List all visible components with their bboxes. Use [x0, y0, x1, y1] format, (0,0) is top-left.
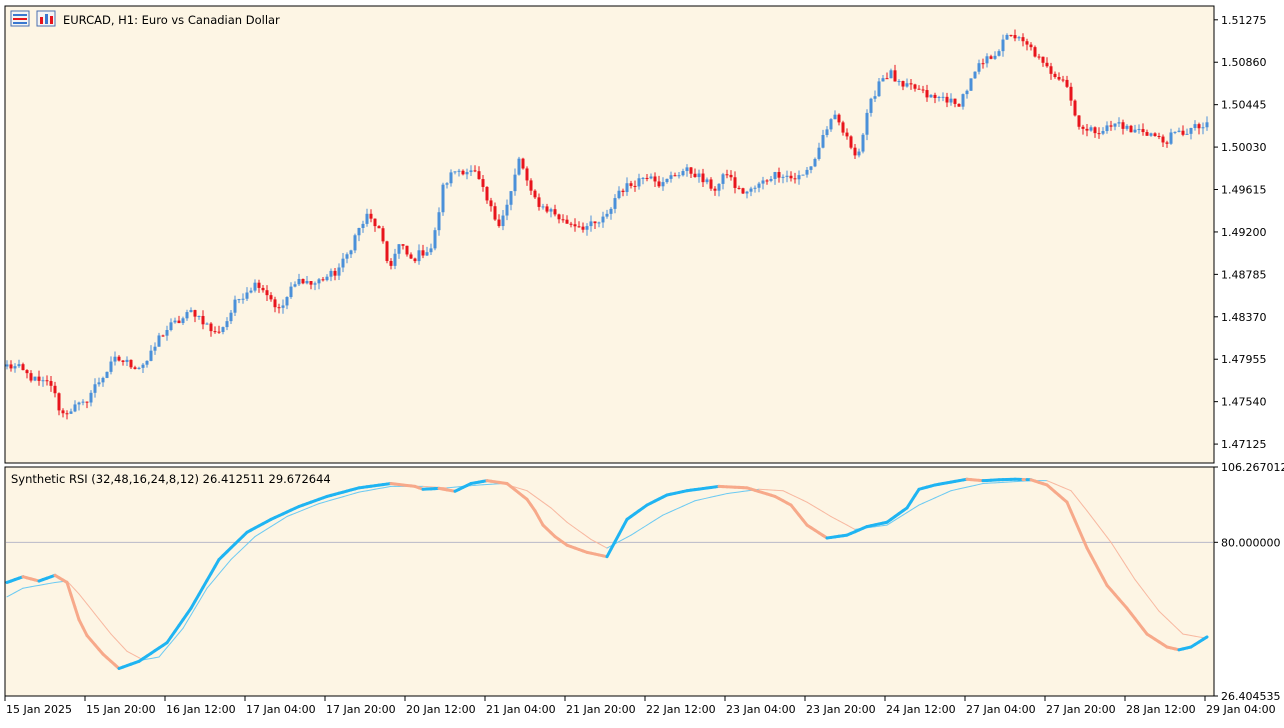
candle [522, 158, 525, 170]
price-chart-area[interactable]: 1.51275 1.50860 1.50445 1.50030 1.49615 1.492… [0, 0, 1284, 725]
x-tick-label: 29 Jan 04:00 [1206, 703, 1276, 716]
price-y-tick-label: 1.50445 [1221, 99, 1267, 112]
rsi-y-tick-label: 26.404535 [1221, 690, 1281, 703]
candle [814, 158, 817, 168]
x-tick-label: 23 Jan 20:00 [806, 703, 876, 716]
candle [970, 78, 973, 90]
chart-window[interactable]: 1.51275 1.50860 1.50445 1.50030 1.49615 1.492… [0, 0, 1284, 725]
x-tick-label: 17 Jan 20:00 [326, 703, 396, 716]
x-tick-label: 15 Jan 2025 [6, 703, 72, 716]
candle [802, 175, 805, 176]
candle [442, 183, 445, 216]
indicator-pane[interactable] [5, 467, 1214, 696]
x-tick-label: 21 Jan 20:00 [566, 703, 636, 716]
price-y-tick-label: 1.47955 [1221, 353, 1267, 366]
x-tick-label: 16 Jan 12:00 [166, 703, 236, 716]
price-y-tick-label: 1.47125 [1221, 438, 1267, 451]
indicator-title: Synthetic RSI (32,48,16,24,8,12) 26.4125… [11, 472, 331, 486]
x-tick-label: 17 Jan 04:00 [246, 703, 316, 716]
price-y-tick-label: 1.47540 [1221, 396, 1267, 409]
chart-properties-icon[interactable] [37, 11, 55, 26]
chart-window-icon[interactable] [11, 11, 29, 26]
candle [862, 133, 865, 153]
x-tick-label: 24 Jan 12:00 [886, 703, 956, 716]
x-tick-label: 22 Jan 12:00 [646, 703, 716, 716]
candle [518, 157, 521, 176]
candle [1034, 45, 1037, 57]
rsi-y-tick-label: 80.000000 [1221, 536, 1281, 549]
price-y-tick-label: 1.48370 [1221, 311, 1267, 324]
price-y-tick-label: 1.50860 [1221, 56, 1267, 69]
price-pane[interactable] [5, 6, 1214, 463]
price-y-tick-label: 1.48785 [1221, 268, 1267, 281]
candle [382, 226, 385, 244]
candle [1130, 125, 1133, 133]
price-y-tick-label: 1.51275 [1221, 14, 1267, 27]
x-tick-label: 20 Jan 12:00 [406, 703, 476, 716]
candle [742, 188, 745, 194]
x-tick-label: 27 Jan 20:00 [1046, 703, 1116, 716]
x-tick-label: 23 Jan 04:00 [726, 703, 796, 716]
candle [106, 372, 109, 379]
candle [34, 377, 37, 382]
price-y-tick-label: 1.49200 [1221, 226, 1267, 239]
rsi-y-tick-label: 106.267012 [1221, 461, 1284, 474]
x-tick-label: 28 Jan 12:00 [1126, 703, 1196, 716]
candle [974, 71, 977, 79]
x-tick-label: 21 Jan 04:00 [486, 703, 556, 716]
candle [1074, 99, 1077, 116]
x-tick-label: 15 Jan 20:00 [86, 703, 156, 716]
candle [850, 135, 853, 149]
price-y-tick-label: 1.49615 [1221, 184, 1267, 197]
candle [354, 234, 357, 253]
symbol-title: EURCAD, H1: Euro vs Canadian Dollar [63, 13, 280, 27]
x-tick-label: 27 Jan 04:00 [966, 703, 1036, 716]
price-y-tick-label: 1.50030 [1221, 141, 1267, 154]
candle [434, 227, 437, 250]
candle [386, 241, 389, 264]
